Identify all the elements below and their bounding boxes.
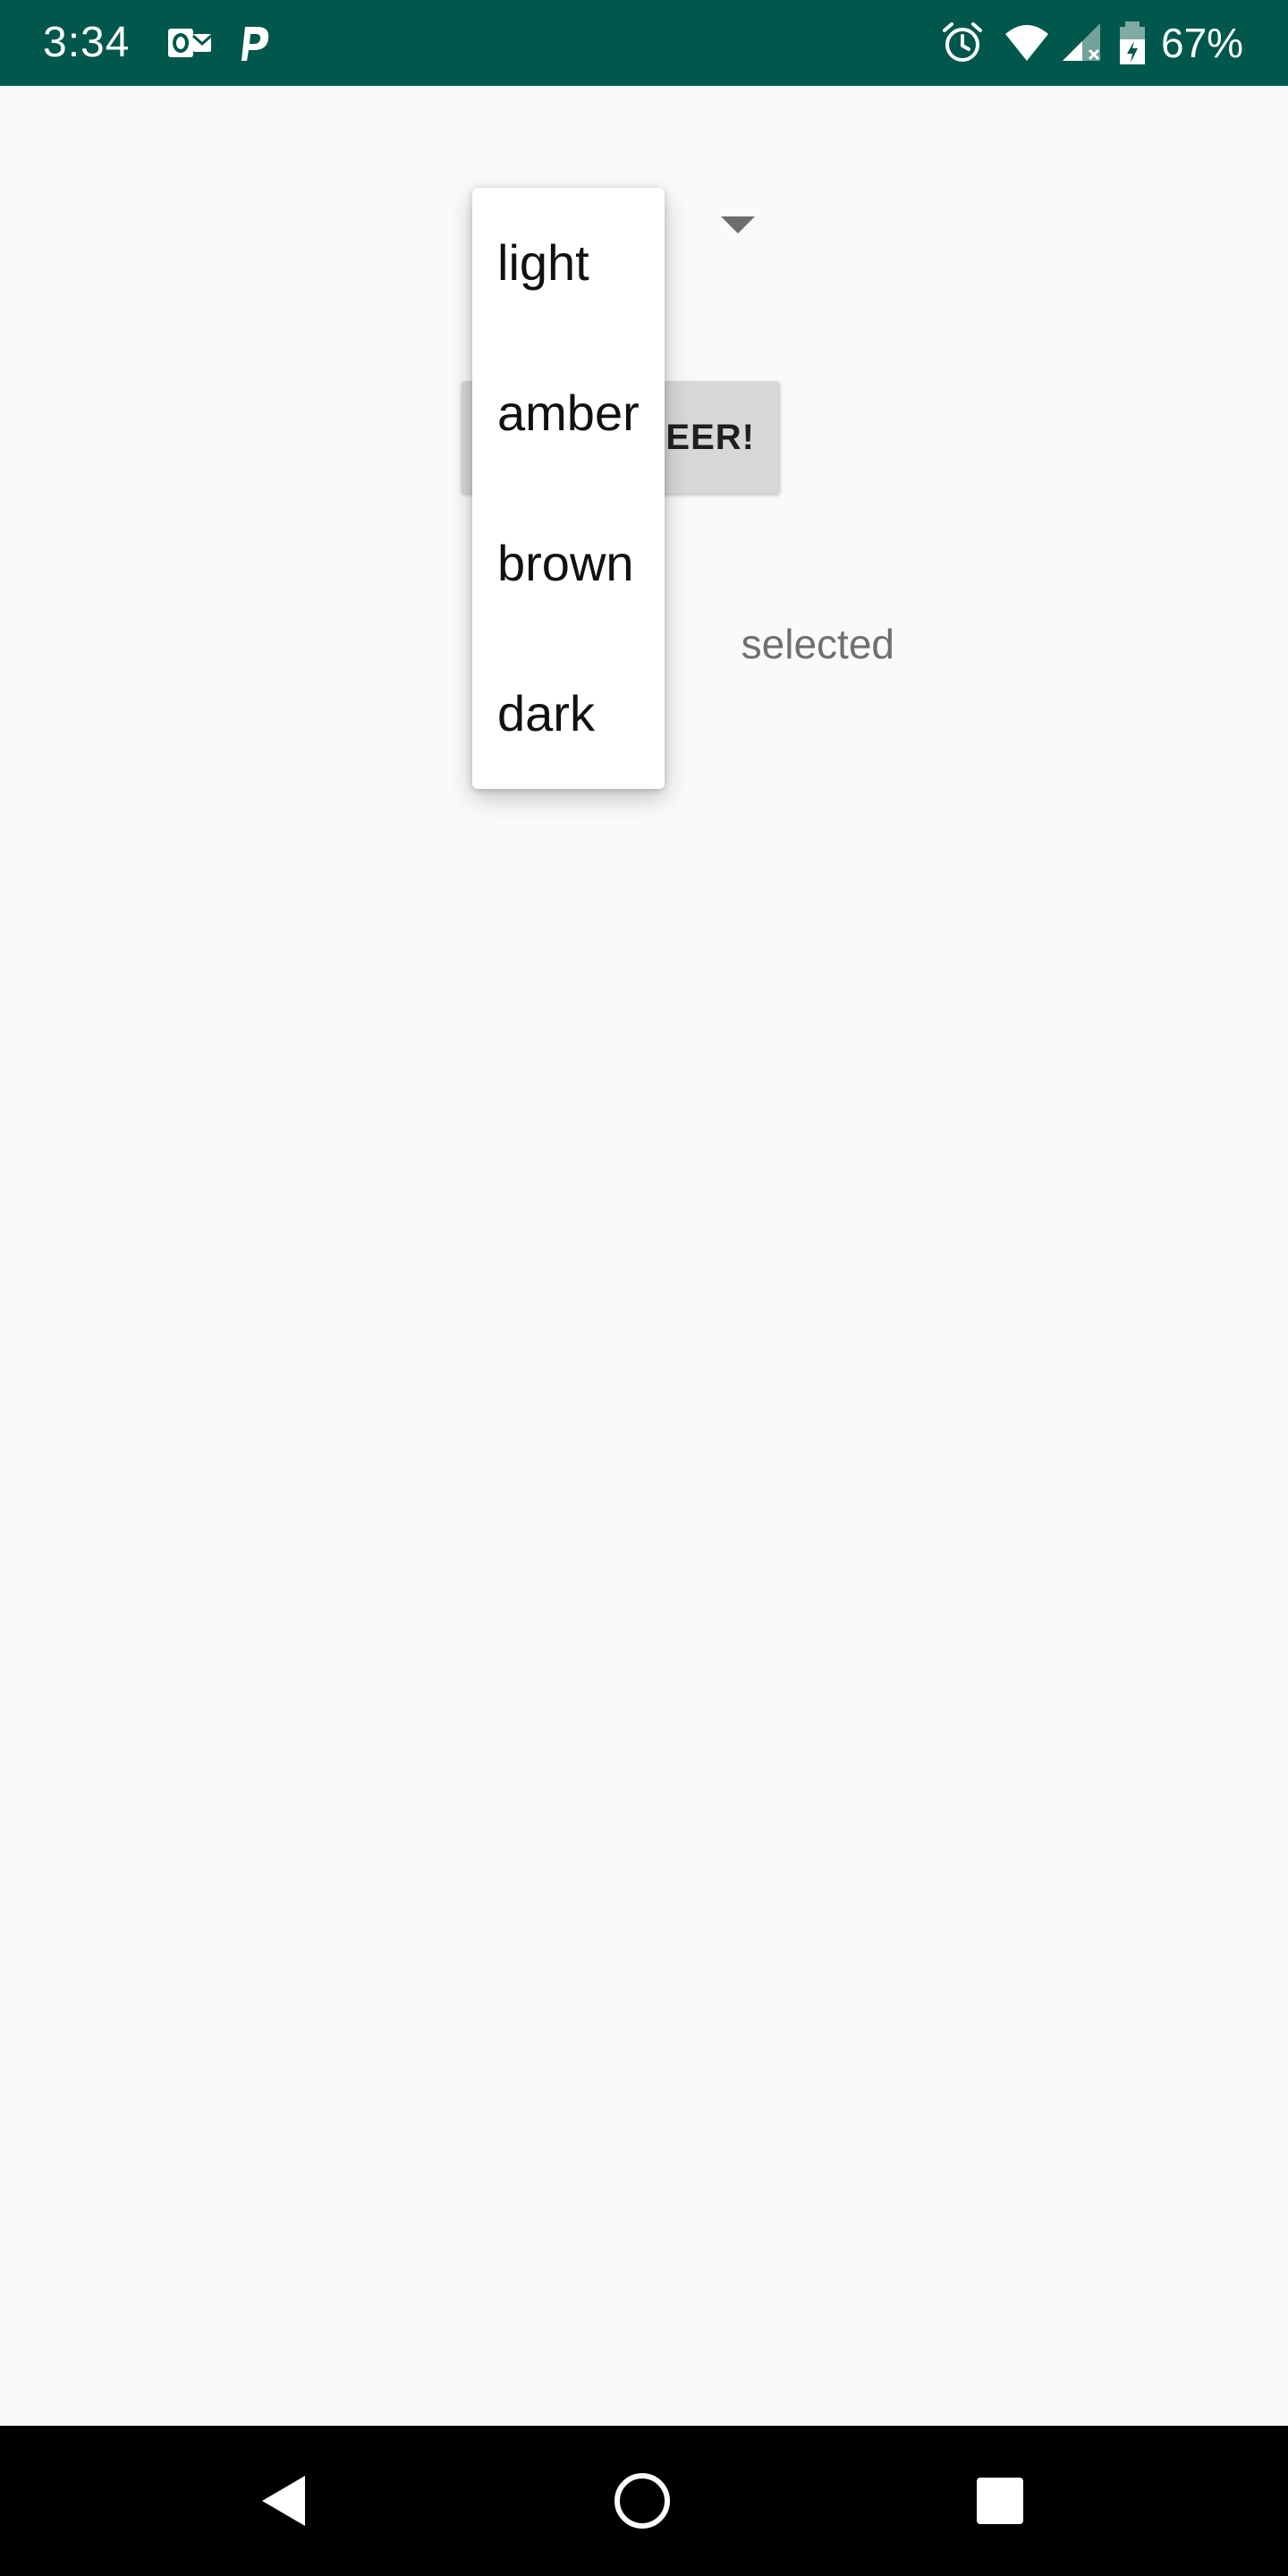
- navigation-bar: [0, 2426, 1288, 2576]
- back-icon[interactable]: [212, 2426, 355, 2576]
- spinner-dropdown-arrow-icon[interactable]: [721, 216, 755, 233]
- dropdown-option-amber[interactable]: amber: [472, 338, 665, 488]
- dropdown-option-brown[interactable]: brown: [472, 488, 665, 639]
- recents-icon[interactable]: [928, 2426, 1072, 2576]
- dropdown-option-dark[interactable]: dark: [472, 639, 665, 789]
- outlook-icon: [168, 29, 213, 57]
- home-icon[interactable]: [571, 2426, 714, 2576]
- status-time: 3:34: [43, 19, 131, 66]
- alarm-icon: [943, 22, 982, 62]
- p-app-icon: [242, 27, 269, 61]
- wifi-icon: [1005, 25, 1048, 61]
- battery-icon: [1120, 21, 1145, 64]
- cell-signal-icon: [1063, 23, 1100, 61]
- dropdown-menu: light amber brown dark: [472, 188, 665, 789]
- battery-percent: 67%: [1161, 20, 1244, 66]
- status-bar: 3:34 67%: [0, 0, 1288, 86]
- dropdown-option-light[interactable]: light: [472, 188, 665, 338]
